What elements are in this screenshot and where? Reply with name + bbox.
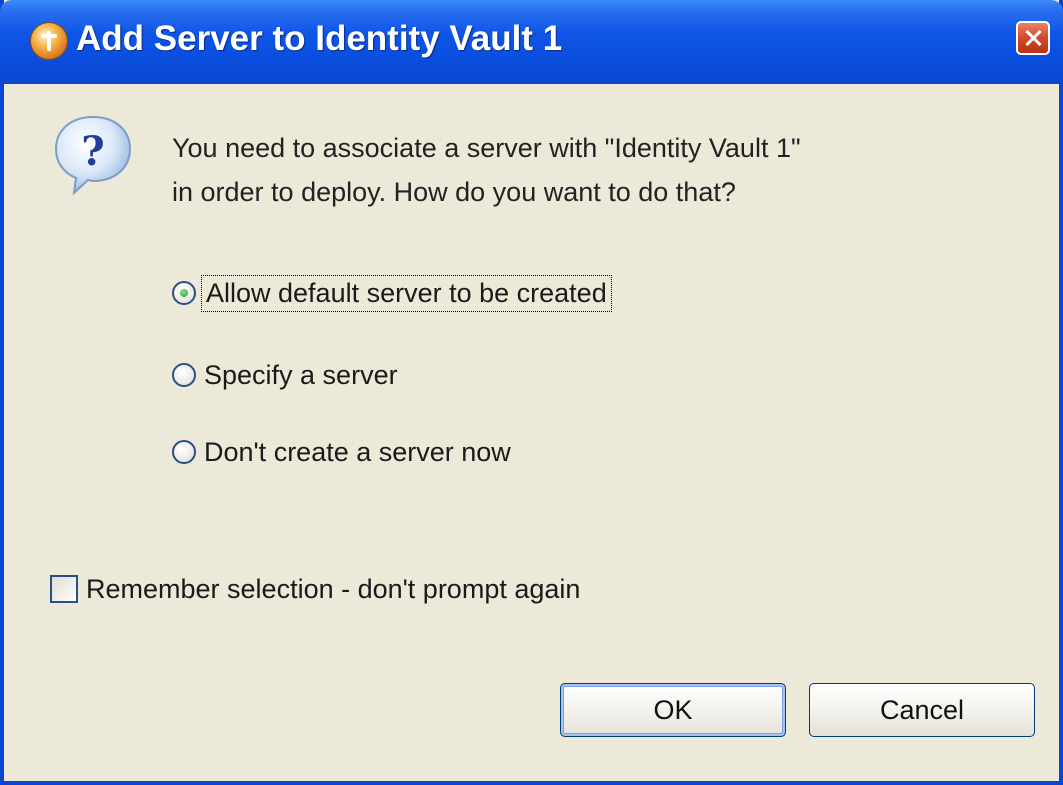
svg-text:?: ? [81,128,104,175]
dialog-window: Add Server to Identity Vault 1 ? You nee… [0,0,1063,785]
question-icon: ? [54,115,132,196]
remember-selection-checkbox[interactable] [50,575,78,603]
title-bar[interactable]: Add Server to Identity Vault 1 [0,0,1063,84]
radio-button[interactable] [172,363,196,387]
message-line-2: in order to deploy. How do you want to d… [172,177,736,207]
radio-allow-default[interactable]: Allow default server to be created [172,273,612,313]
radio-button-selected[interactable] [172,281,196,305]
app-icon [30,22,68,60]
cancel-button[interactable]: Cancel [809,683,1035,737]
radio-label-dont-create[interactable]: Don't create a server now [204,437,511,468]
radio-button[interactable] [172,440,196,464]
ok-button[interactable]: OK [560,683,786,737]
radio-dont-create[interactable]: Don't create a server now [172,432,511,472]
close-button[interactable] [1016,21,1050,55]
radio-label-allow-default[interactable]: Allow default server to be created [201,274,612,312]
window-title: Add Server to Identity Vault 1 [76,19,563,58]
radio-specify-server[interactable]: Specify a server [172,355,398,395]
message-line-1: You need to associate a server with "Ide… [172,133,801,163]
remember-selection-checkbox-row[interactable]: Remember selection - don't prompt again [50,569,580,609]
radio-label-specify-server[interactable]: Specify a server [204,360,398,391]
remember-selection-label[interactable]: Remember selection - don't prompt again [86,574,580,605]
message-text: You need to associate a server with "Ide… [172,126,801,214]
